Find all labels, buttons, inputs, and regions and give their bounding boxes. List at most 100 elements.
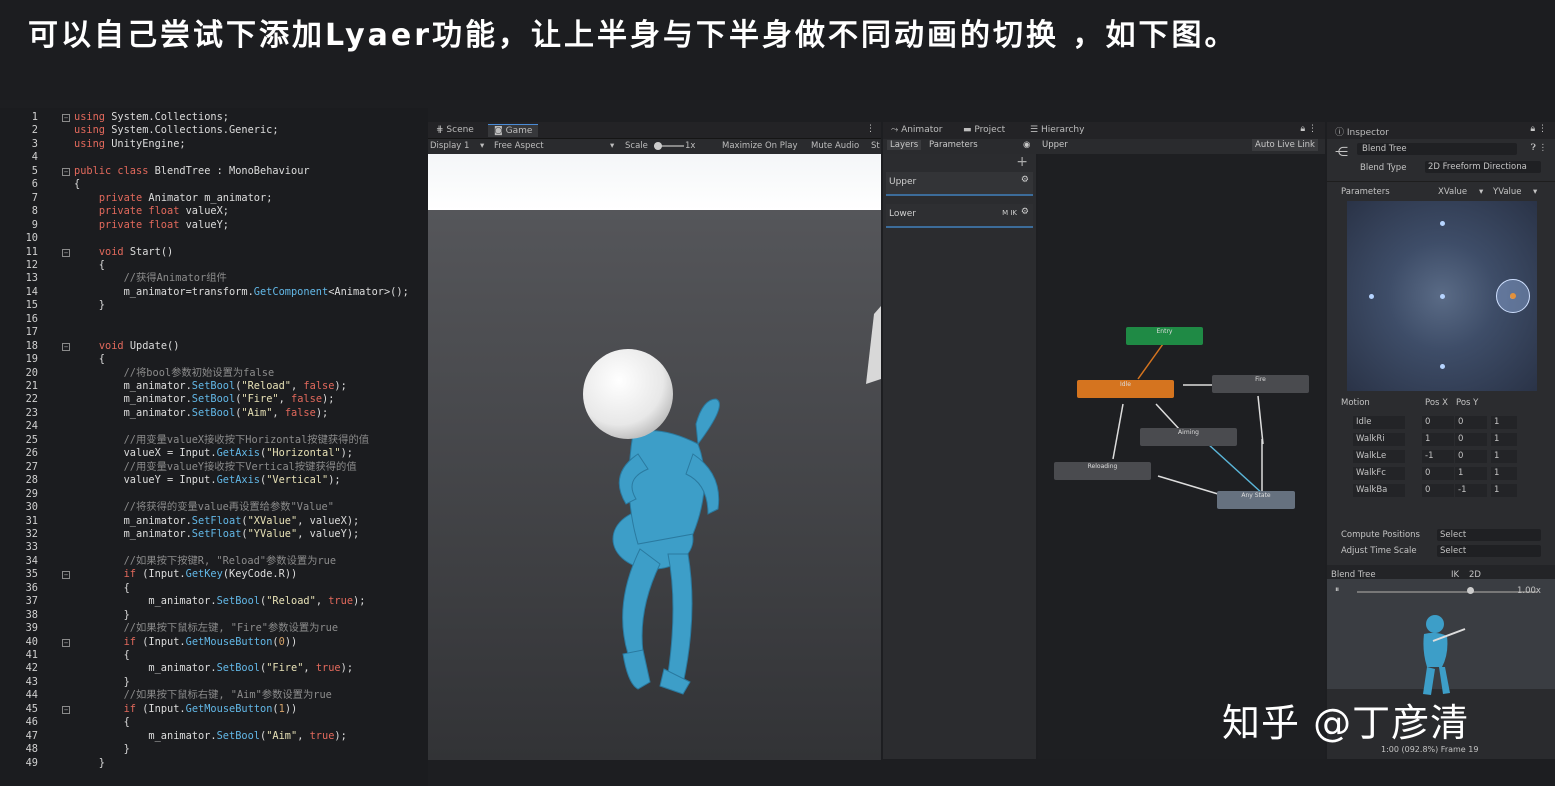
state-machine-graph[interactable]: Entry Idle Fire Aiming Reloading Any Sta… [1038, 154, 1325, 759]
add-layer-button[interactable]: + [1016, 154, 1028, 170]
display-select[interactable]: Display 1 [430, 141, 469, 151]
state-fire[interactable]: Fire [1212, 375, 1309, 393]
code-line[interactable]: 31 m_animator.SetFloat("XValue", valueX)… [0, 515, 428, 528]
code-line[interactable]: 33 [0, 541, 428, 554]
tab-layers[interactable]: Layers [887, 140, 922, 150]
blend-space-view[interactable] [1347, 201, 1537, 391]
more-icon[interactable]: ⋮ [866, 124, 875, 134]
layer-lower[interactable]: Lower M IK ⚙ [886, 204, 1033, 228]
motion-x-field[interactable]: 0 [1422, 416, 1454, 429]
motion-s-field[interactable]: 1 [1491, 416, 1517, 429]
code-line[interactable]: 4 [0, 151, 428, 164]
code-line[interactable]: 30 //将获得的变量value再设置给参数"Value" [0, 501, 428, 514]
code-line[interactable]: 25 //用变量valueX接收按下Horizontal按键获得的值 [0, 434, 428, 447]
code-editor[interactable]: 1− using System.Collections; 2 using System… [0, 108, 428, 786]
tab-hierarchy[interactable]: ☰ Hierarchy [1024, 124, 1090, 136]
motion-name-field[interactable]: WalkFc [1353, 467, 1405, 480]
layer-upper[interactable]: Upper ⚙ [886, 172, 1033, 196]
fold-toggle-icon[interactable]: − [62, 571, 70, 580]
tab-animator[interactable]: ⤳ Animator [885, 124, 948, 136]
breadcrumb[interactable]: Upper [1042, 140, 1068, 150]
tab-parameters[interactable]: Parameters [929, 140, 978, 150]
state-aiming[interactable]: Aiming [1140, 428, 1237, 446]
motion-row[interactable]: WalkLe -1 0 1 [1341, 449, 1551, 464]
code-line[interactable]: 13 //获得Animator组件 [0, 272, 428, 285]
mute-audio-toggle[interactable]: Mute Audio [811, 141, 859, 151]
motion-s-field[interactable]: 1 [1491, 450, 1517, 463]
motion-name-field[interactable]: Idle [1353, 416, 1405, 429]
motion-x-field[interactable]: 0 [1422, 467, 1454, 480]
tab-game[interactable]: ◙ Game [488, 124, 539, 137]
gear-icon[interactable]: ⚙ [1021, 175, 1029, 185]
code-line[interactable]: 12 { [0, 259, 428, 272]
code-line[interactable]: 48 } [0, 743, 428, 756]
fold-toggle-icon[interactable]: − [62, 167, 70, 176]
motion-row[interactable]: WalkBa 0 -1 1 [1341, 483, 1551, 498]
motion-name-field[interactable]: WalkLe [1353, 450, 1405, 463]
motion-name-field[interactable]: WalkBa [1353, 484, 1405, 497]
code-line[interactable]: 49 } [0, 757, 428, 770]
game-viewport[interactable] [428, 154, 881, 760]
code-line[interactable]: 26 valueX = Input.GetAxis("Horizontal"); [0, 447, 428, 460]
code-line[interactable]: 9 private float valueY; [0, 219, 428, 232]
motion-point[interactable] [1440, 364, 1445, 369]
eye-icon[interactable]: ◉ [1023, 140, 1030, 150]
fold-toggle-icon[interactable]: − [62, 638, 70, 647]
aspect-select[interactable]: Free Aspect [494, 141, 544, 151]
auto-live-link-button[interactable]: Auto Live Link [1252, 139, 1318, 151]
code-line[interactable]: 29 [0, 488, 428, 501]
code-line[interactable]: 32 m_animator.SetFloat("YValue", valueY)… [0, 528, 428, 541]
motion-s-field[interactable]: 1 [1491, 484, 1517, 497]
motion-y-field[interactable]: -1 [1455, 484, 1487, 497]
code-line[interactable]: 21 m_animator.SetBool("Reload", false); [0, 380, 428, 393]
code-line[interactable]: 47 m_animator.SetBool("Aim", true); [0, 730, 428, 743]
code-line[interactable]: 28 valueY = Input.GetAxis("Vertical"); [0, 474, 428, 487]
code-line[interactable]: 3 using UnityEngine; [0, 138, 428, 151]
motion-point[interactable] [1440, 294, 1445, 299]
state-idle[interactable]: Idle [1077, 380, 1174, 398]
code-line[interactable]: 23 m_animator.SetBool("Aim", false); [0, 407, 428, 420]
fold-toggle-icon[interactable]: − [62, 342, 70, 351]
state-entry[interactable]: Entry [1126, 327, 1203, 345]
fold-toggle-icon[interactable]: − [62, 114, 70, 122]
state-any-state[interactable]: Any State [1217, 491, 1295, 509]
gear-icon[interactable]: ⚙ [1021, 207, 1029, 217]
code-line[interactable]: 39 //如果按下鼠标左键, "Fire"参数设置为rue [0, 622, 428, 635]
code-line[interactable]: 18 − void Update() [0, 340, 428, 353]
help-icon[interactable]: ❓︎ ⋮ [1531, 143, 1547, 153]
motion-row[interactable]: WalkRi 1 0 1 [1341, 432, 1551, 447]
param-y-select[interactable]: YValue [1493, 187, 1522, 197]
code-line[interactable]: 10 [0, 232, 428, 245]
code-line[interactable]: 46 { [0, 716, 428, 729]
state-reloading[interactable]: Reloading [1054, 462, 1151, 480]
code-line[interactable]: 40 − if (Input.GetMouseButton(0)) [0, 636, 428, 649]
code-line[interactable]: 36 { [0, 582, 428, 595]
code-line[interactable]: 43 } [0, 676, 428, 689]
code-line[interactable]: 35 − if (Input.GetKey(KeyCode.R)) [0, 568, 428, 581]
fold-toggle-icon[interactable]: − [62, 248, 70, 257]
lock-icon[interactable]: 🔒︎ ⋮ [1530, 124, 1547, 134]
code-line[interactable]: 17 [0, 326, 428, 339]
code-line[interactable]: 11 − void Start() [0, 246, 428, 259]
motion-s-field[interactable]: 1 [1491, 467, 1517, 480]
code-line[interactable]: 1 − using System.Collections; [0, 111, 428, 124]
maximize-on-play-toggle[interactable]: Maximize On Play [722, 141, 797, 151]
motion-x-field[interactable]: 0 [1422, 484, 1454, 497]
code-line[interactable]: 42 m_animator.SetBool("Fire", true); [0, 662, 428, 675]
stats-toggle[interactable]: St [871, 141, 880, 151]
tab-project[interactable]: ▬ Project [957, 124, 1011, 136]
scale-slider-handle[interactable] [654, 142, 662, 150]
motion-point[interactable] [1369, 294, 1374, 299]
code-line[interactable]: 15 } [0, 299, 428, 312]
code-line[interactable]: 37 m_animator.SetBool("Reload", true); [0, 595, 428, 608]
motion-x-field[interactable]: -1 [1422, 450, 1454, 463]
code-line[interactable]: 14 m_animator=transform.GetComponent<Ani… [0, 286, 428, 299]
param-x-select[interactable]: XValue [1438, 187, 1467, 197]
code-line[interactable]: 19 { [0, 353, 428, 366]
motion-point[interactable] [1440, 221, 1445, 226]
motion-name-field[interactable]: WalkRi [1353, 433, 1405, 446]
motion-s-field[interactable]: 1 [1491, 433, 1517, 446]
lock-icon[interactable]: 🔒︎ ⋮ [1300, 124, 1317, 134]
code-line[interactable]: 7 private Animator m_animator; [0, 192, 428, 205]
code-line[interactable]: 2 using System.Collections.Generic; [0, 124, 428, 137]
